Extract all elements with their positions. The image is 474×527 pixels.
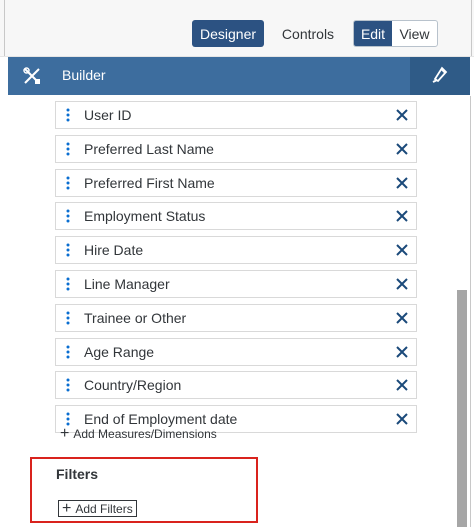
view-button[interactable]: View bbox=[392, 21, 437, 46]
list-item[interactable]: Trainee or Other bbox=[55, 303, 417, 332]
list-item[interactable]: User ID bbox=[55, 101, 417, 129]
remove-icon[interactable] bbox=[388, 306, 416, 330]
panel-edge bbox=[4, 0, 5, 56]
drag-handle-icon[interactable] bbox=[58, 276, 78, 292]
drag-handle-icon[interactable] bbox=[58, 141, 78, 157]
item-label: Age Range bbox=[84, 343, 155, 360]
top-toolbar: Designer Controls Edit View bbox=[0, 0, 474, 57]
paint-brush-icon bbox=[429, 63, 451, 90]
remove-icon[interactable] bbox=[388, 103, 416, 127]
list-item[interactable]: Age Range bbox=[55, 337, 417, 366]
list-item[interactable]: Line Manager bbox=[55, 269, 417, 298]
remove-icon[interactable] bbox=[388, 407, 416, 431]
controls-button[interactable]: Controls bbox=[272, 20, 344, 47]
remove-icon[interactable] bbox=[388, 238, 416, 262]
item-label: Line Manager bbox=[84, 275, 170, 292]
add-filters-label: Add Filters bbox=[75, 501, 133, 516]
drag-handle-icon[interactable] bbox=[58, 175, 78, 191]
styling-button[interactable] bbox=[410, 57, 470, 95]
drag-handle-icon[interactable] bbox=[58, 344, 78, 360]
list-item[interactable]: Hire Date bbox=[55, 236, 417, 265]
item-label: End of Employment date bbox=[84, 411, 238, 428]
item-label: Hire Date bbox=[84, 242, 144, 259]
drag-handle-icon[interactable] bbox=[58, 310, 78, 326]
dimension-list: User ID Preferred Last Name Preferred Fi… bbox=[55, 101, 417, 439]
drag-handle-icon[interactable] bbox=[58, 242, 78, 258]
item-label: User ID bbox=[84, 107, 132, 123]
item-label: Preferred Last Name bbox=[84, 140, 214, 157]
list-item[interactable]: Preferred Last Name bbox=[55, 134, 417, 163]
add-filters-button[interactable]: + Add Filters bbox=[58, 500, 137, 517]
remove-icon[interactable] bbox=[388, 340, 416, 364]
plus-icon: + bbox=[60, 425, 70, 442]
drag-handle-icon[interactable] bbox=[58, 208, 78, 224]
edit-button[interactable]: Edit bbox=[354, 21, 392, 46]
panel-edge bbox=[470, 96, 471, 527]
filters-title: Filters bbox=[56, 466, 99, 482]
scrollbar-thumb[interactable] bbox=[457, 290, 467, 527]
list-item[interactable]: Employment Status bbox=[55, 202, 417, 231]
add-measures-button[interactable]: + Add Measures/Dimensions bbox=[60, 425, 217, 442]
item-label: Country/Region bbox=[84, 377, 182, 394]
item-label: Employment Status bbox=[84, 208, 206, 225]
remove-icon[interactable] bbox=[388, 272, 416, 296]
designer-button[interactable]: Designer bbox=[192, 20, 264, 47]
remove-icon[interactable] bbox=[388, 171, 416, 195]
drag-handle-icon[interactable] bbox=[58, 107, 78, 123]
list-item[interactable]: Preferred First Name bbox=[55, 168, 417, 197]
list-item[interactable]: Country/Region bbox=[55, 371, 417, 400]
item-label: Preferred First Name bbox=[84, 174, 215, 191]
plus-icon: + bbox=[62, 499, 72, 517]
remove-icon[interactable] bbox=[388, 137, 416, 161]
remove-icon[interactable] bbox=[388, 373, 416, 397]
item-label: Trainee or Other bbox=[84, 309, 187, 326]
drag-handle-icon[interactable] bbox=[58, 377, 78, 393]
edit-view-toggle: Edit View bbox=[353, 20, 438, 47]
add-measures-label: Add Measures/Dimensions bbox=[73, 427, 217, 441]
remove-icon[interactable] bbox=[388, 204, 416, 228]
builder-header: Builder bbox=[8, 57, 470, 95]
builder-title: Builder bbox=[62, 67, 106, 83]
panel-edge bbox=[471, 0, 472, 56]
tools-icon[interactable] bbox=[22, 66, 42, 86]
